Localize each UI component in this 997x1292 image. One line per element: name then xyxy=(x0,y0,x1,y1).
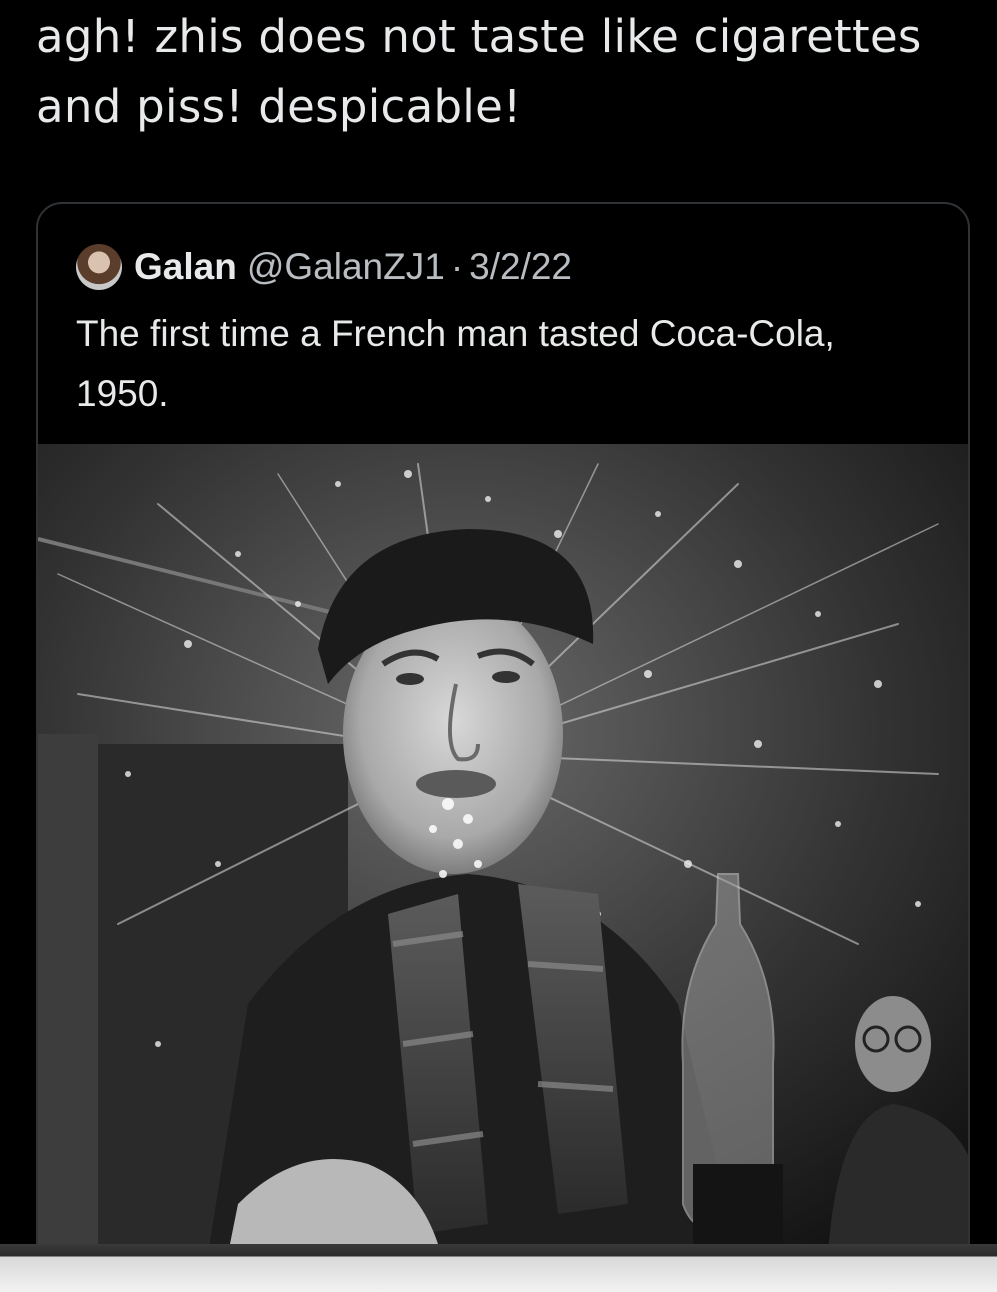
photo-illustration xyxy=(38,444,968,1250)
quoted-author-name[interactable]: Galan xyxy=(134,246,237,288)
tweet-photo[interactable] xyxy=(38,444,968,1250)
quoted-tweet-card[interactable]: Galan @GalanZJ1 · 3/2/22 The first time … xyxy=(36,202,970,1252)
tweet-text: agh! zhis does not taste like cigarettes… xyxy=(36,10,922,133)
separator-dot: · xyxy=(450,246,464,287)
quoted-author-handle[interactable]: @GalanZJ1 xyxy=(247,246,445,288)
quoted-tweet-date[interactable]: 3/2/22 xyxy=(469,246,572,288)
bottom-edge-bar xyxy=(0,1244,997,1292)
quoted-tweet-text: The first time a French man tasted Coca-… xyxy=(76,313,835,414)
avatar[interactable] xyxy=(76,244,122,290)
quoted-tweet-header: Galan @GalanZJ1 · 3/2/22 xyxy=(76,242,572,292)
